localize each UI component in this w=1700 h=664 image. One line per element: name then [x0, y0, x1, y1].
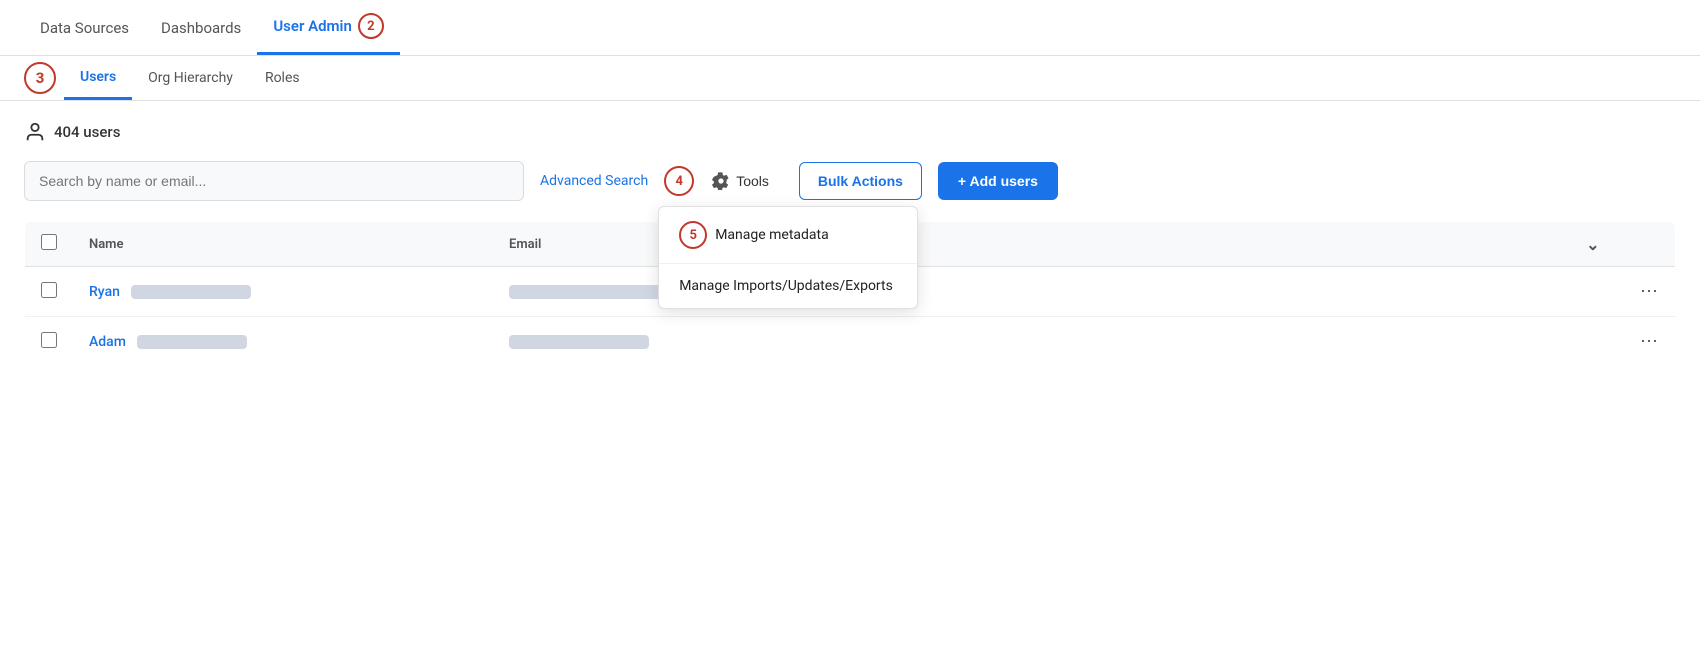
- header-email: Email: [493, 222, 1570, 267]
- row-checkbox-cell-ryan: [25, 267, 74, 317]
- row-name-adam: Adam: [73, 317, 493, 367]
- tools-dropdown-wrapper: Tools 5 Manage metadata Manage Imports/U…: [698, 162, 783, 200]
- adam-name-blurred: [137, 335, 247, 349]
- dropdown-manage-imports[interactable]: Manage Imports/Updates/Exports: [659, 264, 917, 308]
- row-actions-adam: ⋯: [1616, 317, 1676, 367]
- ryan-name-blurred: [131, 285, 251, 299]
- ryan-email-blurred: [509, 285, 669, 299]
- row-checkbox-cell-adam: [25, 317, 74, 367]
- user-link-adam[interactable]: Adam: [89, 334, 126, 350]
- user-admin-badge: 2: [358, 13, 384, 39]
- sort-chevron-icon[interactable]: ⌄: [1586, 235, 1599, 254]
- row-checkbox-ryan[interactable]: [41, 282, 57, 298]
- add-users-button[interactable]: + Add users: [938, 162, 1058, 200]
- row-actions-ryan: ⋯: [1616, 267, 1676, 317]
- bulk-actions-button[interactable]: Bulk Actions: [799, 162, 922, 200]
- advanced-search-link[interactable]: Advanced Search: [540, 173, 648, 189]
- gear-icon: [712, 172, 730, 190]
- header-actions: [1616, 222, 1676, 267]
- row-chevron-adam: [1570, 317, 1615, 367]
- main-content: 404 users Advanced Search 4 Tools 5: [0, 101, 1700, 367]
- search-actions-row: Advanced Search 4 Tools 5 Manage metadat…: [24, 161, 1676, 201]
- select-all-checkbox[interactable]: [41, 234, 57, 250]
- annotation-5: 5: [679, 221, 707, 249]
- user-count-row: 404 users: [24, 121, 1676, 143]
- nav-user-admin[interactable]: User Admin 2: [257, 0, 400, 55]
- user-icon: [24, 121, 46, 143]
- adam-email-blurred: [509, 335, 649, 349]
- table-row: Adam ⋯: [25, 317, 1676, 367]
- tools-dropdown-menu: 5 Manage metadata Manage Imports/Updates…: [658, 206, 918, 309]
- row-menu-button-adam[interactable]: ⋯: [1640, 331, 1659, 352]
- header-name: Name: [73, 222, 493, 267]
- annotation-4: 4: [664, 166, 694, 196]
- tools-button[interactable]: Tools: [698, 162, 783, 200]
- tab-roles[interactable]: Roles: [249, 56, 316, 100]
- row-email-adam: [493, 317, 1570, 367]
- row-name-ryan: Ryan: [73, 267, 493, 317]
- nav-data-sources[interactable]: Data Sources: [24, 0, 145, 55]
- row-chevron-ryan: [1570, 267, 1615, 317]
- header-checkbox-cell: [25, 222, 74, 267]
- search-input[interactable]: [24, 161, 524, 201]
- top-navigation: Data Sources Dashboards User Admin 2: [0, 0, 1700, 56]
- tab-org-hierarchy[interactable]: Org Hierarchy: [132, 56, 249, 100]
- tab-users[interactable]: Users: [64, 56, 132, 100]
- user-count-text: 404 users: [54, 123, 120, 141]
- dropdown-manage-metadata[interactable]: 5 Manage metadata: [659, 207, 917, 264]
- header-chevron: ⌄: [1570, 222, 1615, 267]
- row-checkbox-adam[interactable]: [41, 332, 57, 348]
- annotation-3: 3: [24, 62, 56, 94]
- row-menu-button-ryan[interactable]: ⋯: [1640, 281, 1659, 302]
- user-link-ryan[interactable]: Ryan: [89, 284, 120, 300]
- sub-tabs: Users Org Hierarchy Roles: [64, 56, 1676, 100]
- row-email-ryan: [493, 267, 1570, 317]
- nav-dashboards[interactable]: Dashboards: [145, 0, 257, 55]
